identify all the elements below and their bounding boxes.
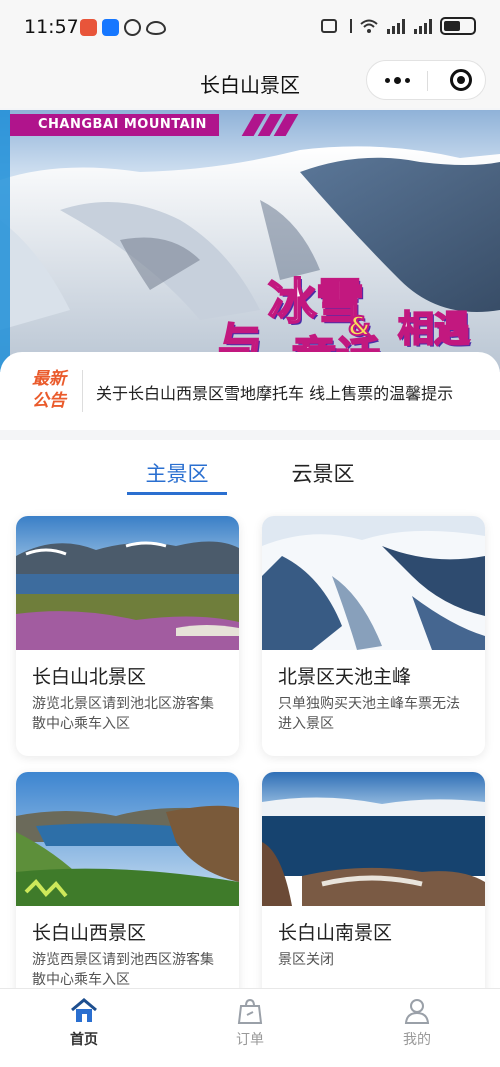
status-right	[321, 17, 476, 35]
scenic-name: 北景区天池主峰	[278, 666, 412, 688]
more-dot-icon	[384, 77, 390, 83]
scenic-card-south[interactable]: 长白山南景区 景区关闭	[262, 772, 485, 988]
app-notification-icon	[80, 19, 97, 36]
tabbar-label: 订单	[236, 1032, 264, 1048]
scenic-photo-west	[16, 772, 239, 906]
banner-tag: CHANGBAI MOUNTAIN	[10, 114, 219, 136]
tabbar-profile[interactable]: 我的	[377, 997, 457, 1049]
scenic-card-north[interactable]: 长白山北景区 游览北景区请到池北区游客集散中心乘车入区	[16, 516, 239, 756]
scenic-desc: 只单独购买天池主峰车票无法进入景区	[278, 696, 460, 732]
order-bag-icon	[237, 998, 263, 1024]
banner-stripes	[241, 114, 299, 136]
scenic-card-tianchi-peak[interactable]: 北景区天池主峰 只单独购买天池主峰车票无法进入景区	[262, 516, 485, 756]
eye-icon	[146, 21, 166, 35]
status-time: 11:57	[24, 16, 79, 38]
hero-banner[interactable]: CHANGBAI MOUNTAIN 与 冰雪 & 童话 相遇	[0, 110, 500, 372]
headline-meet: 相遇	[397, 308, 471, 351]
nfc-icon	[321, 19, 337, 33]
scenic-tabs: 主景区 云景区	[0, 440, 500, 510]
tabbar-home[interactable]: 首页	[44, 997, 124, 1049]
alipay-icon	[102, 19, 119, 36]
more-dot-icon	[393, 76, 401, 84]
scenic-card-west[interactable]: 长白山西景区 游览西景区请到池西区游客集散中心乘车入区	[16, 772, 239, 988]
signal-icon	[387, 19, 405, 34]
battery-icon	[440, 17, 476, 35]
miniprogram-capsule	[366, 60, 486, 100]
active-tab-underline	[127, 492, 227, 495]
scenic-name: 长白山南景区	[278, 922, 393, 944]
notice-bar[interactable]: 最新 公告 关于长白山西景区雪地摩托车 线上售票的温馨提示	[0, 352, 500, 430]
scenic-name: 长白山北景区	[32, 666, 147, 688]
notice-divider	[82, 370, 83, 412]
nav-bar: 长白山景区	[0, 58, 500, 108]
more-button[interactable]	[367, 61, 427, 99]
scenic-name: 长白山西景区	[32, 922, 147, 944]
close-miniprogram-button[interactable]	[450, 69, 472, 91]
scenic-photo-north	[16, 516, 239, 650]
tabbar-label: 首页	[70, 1032, 98, 1048]
scenic-desc: 游览北景区请到池北区游客集散中心乘车入区	[32, 696, 214, 732]
wifi-icon	[360, 19, 378, 33]
scenic-photo-south	[262, 772, 485, 906]
tabbar-label: 我的	[403, 1032, 431, 1048]
bluetooth-icon	[344, 19, 352, 33]
user-icon	[404, 999, 430, 1024]
scenic-desc: 游览西景区请到池西区游客集散中心乘车入区	[32, 952, 214, 988]
capsule-divider	[427, 71, 428, 91]
notification-icons	[80, 19, 166, 36]
notice-badge-line2: 公告	[32, 391, 66, 411]
status-bar: 11:57	[0, 0, 500, 58]
more-dot-icon	[404, 77, 410, 83]
tab-main-scenic[interactable]: 主景区	[127, 458, 227, 488]
app-badge-icon	[124, 19, 141, 36]
tab-cloud-scenic[interactable]: 云景区	[273, 458, 373, 488]
home-icon	[71, 998, 97, 1022]
scenic-desc: 景区关闭	[278, 952, 334, 968]
notice-text[interactable]: 关于长白山西景区雪地摩托车 线上售票的温馨提示	[96, 380, 476, 404]
notice-badge: 最新 公告	[24, 368, 74, 412]
scenic-list: 长白山北景区 游览北景区请到池北区游客集散中心乘车入区 北景区天池主峰 只单独购…	[0, 506, 500, 988]
scenic-photo-tianchi-peak	[262, 516, 485, 650]
notice-badge-line1: 最新	[32, 369, 66, 389]
bottom-tab-bar: 首页 订单 我的	[0, 988, 500, 1067]
tabbar-orders[interactable]: 订单	[210, 997, 290, 1049]
signal-4g-icon	[414, 19, 432, 34]
